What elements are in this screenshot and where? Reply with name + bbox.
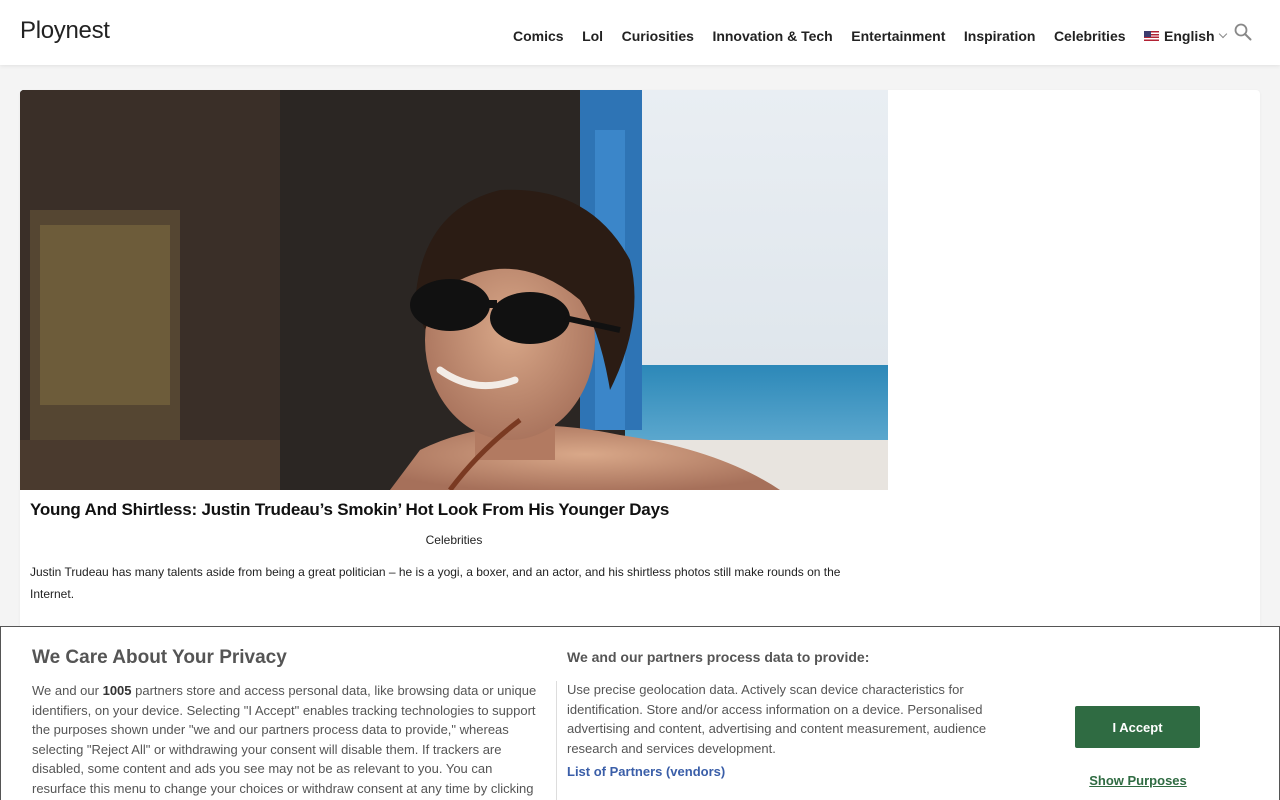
chevron-down-icon <box>1218 29 1227 39</box>
consent-purposes-text: Use precise geolocation data. Actively s… <box>567 682 987 756</box>
nav-item-curiosities[interactable]: Curiosities <box>622 28 694 44</box>
nav-item-celebrities[interactable]: Celebrities <box>1054 28 1126 44</box>
privacy-consent-banner: We Care About Your Privacy We and our 10… <box>0 626 1280 800</box>
language-label: English <box>1164 28 1215 44</box>
article-excerpt: Justin Trudeau has many talents aside fr… <box>30 565 841 601</box>
nav-item-inspiration[interactable]: Inspiration <box>964 28 1036 44</box>
consent-divider <box>556 681 557 800</box>
article-title[interactable]: Young And Shirtless: Justin Trudeau’s Sm… <box>30 500 880 520</box>
site-header: Ploynest Comics Lol Curiosities Innovati… <box>0 0 1280 65</box>
article-category[interactable]: Celebrities <box>20 533 888 547</box>
consent-purposes-title: We and our partners process data to prov… <box>567 649 870 665</box>
nav-item-lol[interactable]: Lol <box>582 28 603 44</box>
nav-item-innovation-tech[interactable]: Innovation & Tech <box>712 28 832 44</box>
nav-item-entertainment[interactable]: Entertainment <box>851 28 945 44</box>
show-purposes-link[interactable]: Show Purposes <box>1076 773 1200 788</box>
partners-list-link[interactable]: List of Partners (vendors) <box>567 764 725 779</box>
article-hero-image[interactable] <box>20 90 888 490</box>
partner-count: 1005 <box>102 683 132 698</box>
article-card: Young And Shirtless: Justin Trudeau’s Sm… <box>20 90 1260 650</box>
search-icon[interactable] <box>1234 23 1252 41</box>
consent-description: We and our 1005 partners store and acces… <box>32 683 537 796</box>
site-logo[interactable]: Ploynest <box>20 17 110 45</box>
language-selector[interactable]: English <box>1144 28 1227 44</box>
main-nav: Comics Lol Curiosities Innovation & Tech… <box>513 28 1227 44</box>
consent-title: We Care About Your Privacy <box>32 647 287 668</box>
us-flag-icon <box>1144 31 1160 41</box>
accept-button[interactable]: I Accept <box>1075 706 1200 748</box>
nav-item-comics[interactable]: Comics <box>513 28 564 44</box>
